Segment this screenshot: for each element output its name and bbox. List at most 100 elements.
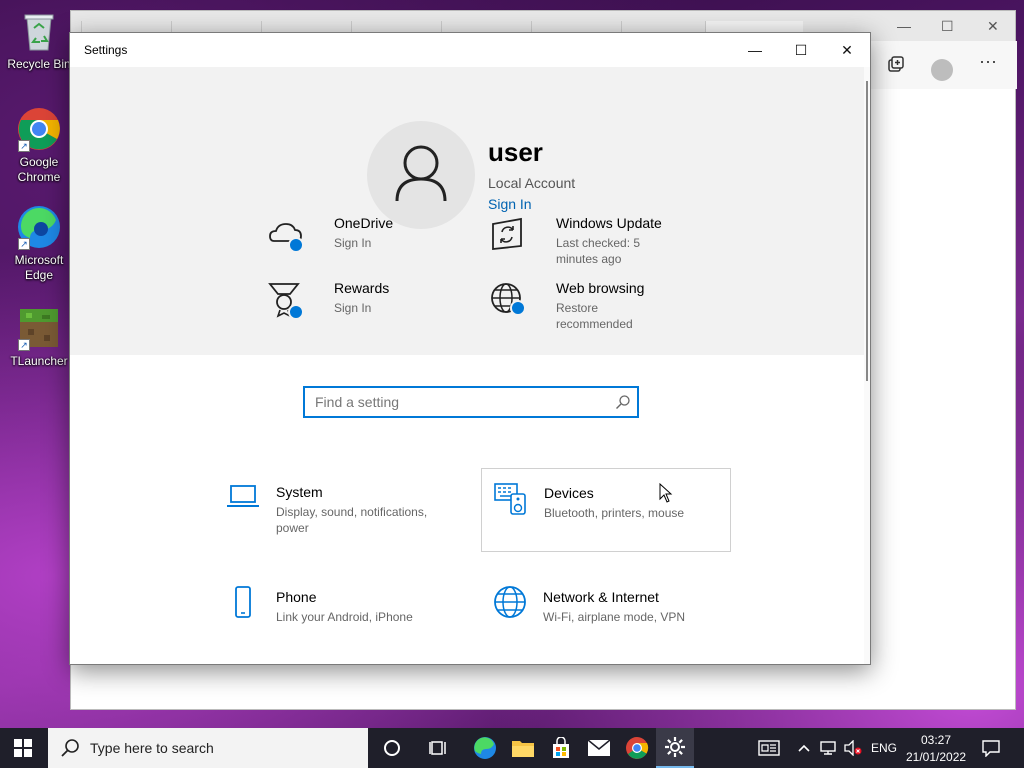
desktop-icon-label: Microsoft Edge [14, 253, 64, 282]
rewards-icon [268, 280, 308, 320]
quick-link-title: OneDrive [334, 215, 394, 231]
user-avatar[interactable] [367, 121, 475, 229]
person-icon [395, 145, 447, 202]
tlauncher-icon: ↗ [16, 305, 62, 351]
phone-icon [235, 586, 251, 618]
gear-icon [665, 737, 685, 757]
action-center-button[interactable] [972, 728, 1010, 768]
category-system[interactable]: System Display, sound, notifications, po… [214, 468, 464, 552]
search-icon [61, 739, 79, 757]
account-sign-in-link[interactable]: Sign In [488, 196, 532, 212]
web-browsing-icon [490, 280, 530, 320]
quick-link-onedrive[interactable]: OneDrive Sign In [268, 215, 468, 265]
notification-icon [982, 740, 1000, 757]
close-button[interactable]: ✕ [824, 33, 870, 67]
desktop-icon-tlauncher[interactable]: ↗ TLauncher [6, 305, 72, 369]
chrome-icon: ↗ [16, 106, 62, 152]
quick-link-title: Rewards [334, 280, 390, 296]
desktop-icon-label: Recycle Bin [7, 57, 71, 71]
taskbar-search-box[interactable]: Type here to search [48, 728, 368, 768]
category-subtitle: Link your Android, iPhone [276, 610, 413, 624]
clock-date[interactable]: 21/01/2022 [906, 750, 966, 764]
taskbar: Type here to search ENG 03:27 21/01/2022 [0, 728, 1024, 768]
minimize-button[interactable]: — [732, 33, 778, 67]
collections-icon[interactable] [887, 55, 905, 78]
account-name: user [488, 137, 543, 167]
browser-maximize-icon[interactable]: ☐ [941, 18, 954, 35]
find-setting-search[interactable] [303, 386, 639, 418]
news-widget-button[interactable] [750, 728, 788, 768]
globe-icon [494, 586, 526, 618]
task-view-button[interactable] [420, 728, 458, 768]
news-icon [758, 740, 780, 756]
start-button[interactable] [4, 728, 42, 768]
search-input[interactable] [305, 388, 595, 416]
quick-link-title: Windows Update [556, 215, 662, 231]
volume-muted-icon [844, 740, 862, 756]
windows-update-icon [490, 215, 530, 255]
quick-link-subtitle: Last checked: 5 minutes ago [556, 236, 641, 266]
cortana-button[interactable] [373, 728, 411, 768]
chevron-up-icon [798, 744, 810, 752]
quick-link-windows-update[interactable]: Windows Update Last checked: 5 minutes a… [490, 215, 690, 271]
desktop-icon-chrome[interactable]: ↗ Google Chrome [6, 106, 72, 185]
settings-titlebar[interactable]: Settings — ☐ ✕ [70, 33, 870, 67]
taskbar-edge[interactable] [466, 728, 504, 768]
category-subtitle: Bluetooth, printers, mouse [544, 506, 685, 520]
category-title: Network & Internet [543, 589, 659, 605]
store-icon [553, 737, 569, 758]
quick-link-subtitle: Restore recommended [556, 301, 633, 331]
devices-icon [494, 483, 526, 515]
quick-link-web-browsing[interactable]: Web browsing Restore recommended [490, 280, 690, 336]
taskbar-chrome[interactable] [618, 728, 656, 768]
profile-avatar-icon[interactable] [931, 59, 953, 81]
category-subtitle: Display, sound, notifications, power [276, 505, 428, 535]
recycle-bin-icon [16, 8, 62, 54]
category-network-internet[interactable]: Network & Internet Wi-Fi, airplane mode,… [481, 573, 731, 657]
browser-close-icon[interactable]: ✕ [987, 18, 999, 35]
taskbar-store[interactable] [542, 728, 580, 768]
more-options-icon[interactable]: ··· [979, 51, 997, 72]
desktop-icon-label: Google Chrome [17, 155, 61, 184]
laptop-icon [227, 485, 259, 507]
desktop-icon-recycle-bin[interactable]: Recycle Bin [6, 8, 72, 72]
folder-icon [512, 741, 534, 757]
edge-icon [474, 737, 496, 759]
desktop-icon-label: TLauncher [10, 354, 68, 368]
windows-logo-icon [14, 739, 32, 757]
category-subtitle: Wi-Fi, airplane mode, VPN [543, 610, 686, 624]
network-tray-button[interactable] [816, 728, 842, 768]
browser-toolbar: ··· [871, 41, 1017, 89]
taskbar-mail[interactable] [580, 728, 618, 768]
search-icon[interactable] [615, 394, 631, 410]
quick-link-title: Web browsing [556, 280, 645, 296]
edge-icon: ↗ [16, 204, 62, 250]
category-phone[interactable]: Phone Link your Android, iPhone [214, 573, 464, 657]
taskbar-file-explorer[interactable] [504, 728, 542, 768]
onedrive-icon [268, 215, 308, 255]
clock-time[interactable]: 03:27 [921, 733, 951, 747]
category-title: Phone [276, 589, 317, 605]
quick-link-rewards[interactable]: Rewards Sign In [268, 280, 468, 330]
quick-link-subtitle: Sign In [334, 301, 372, 315]
taskbar-settings[interactable] [656, 728, 694, 768]
browser-minimize-icon[interactable]: — [897, 18, 911, 34]
category-devices[interactable]: Devices Bluetooth, printers, mouse [481, 468, 731, 552]
account-header: user Local Account Sign In OneDrive Sign… [70, 67, 866, 355]
volume-tray-button[interactable] [840, 728, 866, 768]
account-type: Local Account [488, 175, 576, 191]
show-hidden-icons-button[interactable] [790, 728, 818, 768]
scrollbar[interactable] [864, 67, 870, 664]
desktop-icon-edge[interactable]: ↗ Microsoft Edge [6, 204, 72, 283]
task-view-icon [429, 741, 446, 755]
maximize-button[interactable]: ☐ [778, 33, 824, 67]
cortana-icon [384, 740, 400, 756]
scrollbar-thumb[interactable] [866, 81, 868, 381]
mail-icon [587, 739, 611, 756]
quick-link-subtitle: Sign In [334, 236, 372, 250]
category-title: Devices [544, 485, 594, 501]
mouse-cursor-icon [659, 483, 673, 503]
language-indicator[interactable]: ENG [871, 741, 897, 755]
window-title: Settings [84, 43, 128, 57]
settings-window: Settings — ☐ ✕ user Local Account Sign I… [69, 32, 871, 665]
